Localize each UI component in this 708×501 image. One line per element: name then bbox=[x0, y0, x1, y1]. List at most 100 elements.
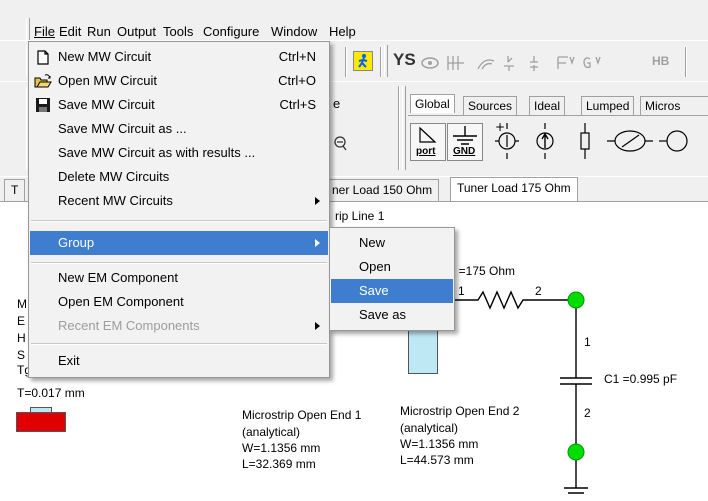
menu-item-label: Delete MW Circuits bbox=[58, 169, 170, 184]
menu-run[interactable]: Run bbox=[87, 24, 111, 39]
tab-microstrip[interactable]: Micros bbox=[640, 96, 708, 115]
doc-tab-partial[interactable]: T bbox=[4, 179, 26, 202]
menubar-grip[interactable] bbox=[26, 18, 30, 40]
menu-item-label: New MW Circuit bbox=[58, 49, 152, 64]
run-icon[interactable] bbox=[353, 51, 373, 71]
open-end-1-model: (analytical) bbox=[242, 425, 301, 439]
menu-edit[interactable]: Edit bbox=[59, 24, 81, 39]
menu-item-label: New EM Component bbox=[58, 270, 178, 285]
microstrip-line-label: rip Line 1 bbox=[335, 209, 385, 223]
svg-text:+: + bbox=[495, 121, 505, 134]
open-end-1-length: L=32.369 mm bbox=[242, 457, 316, 471]
open-end-2-width: W=1.1356 mm bbox=[400, 437, 479, 451]
submenu-arrow-icon bbox=[315, 239, 320, 247]
file-menu: New MW Circuit Ctrl+N Open MW Circuit Ct… bbox=[28, 41, 330, 378]
menu-item-open-mw-circuit[interactable]: Open MW Circuit Ctrl+O bbox=[30, 69, 328, 93]
substrate-thickness-label: T=0.017 mm bbox=[17, 386, 85, 400]
menu-item-new-em-component[interactable]: New EM Component bbox=[30, 266, 328, 290]
menu-item-exit[interactable]: Exit bbox=[30, 349, 328, 373]
menu-item-label: Save MW Circuit as ... bbox=[58, 121, 187, 136]
tab-ideal[interactable]: Ideal bbox=[529, 96, 566, 115]
menu-item-label: Group bbox=[58, 235, 95, 250]
menu-item-shortcut: Ctrl+S bbox=[279, 97, 316, 112]
open-end-1-width: W=1.1356 mm bbox=[242, 441, 321, 455]
c1-pin2-label: 2 bbox=[584, 406, 591, 420]
substrate-label-s: S bbox=[17, 348, 26, 362]
toolbar-grip[interactable] bbox=[384, 45, 388, 77]
menu-item-label: Exit bbox=[58, 353, 80, 368]
menu-bar: File Edit Run Output Tools Configure Win… bbox=[0, 0, 708, 40]
menu-item-label: Recent MW Circuits bbox=[58, 193, 173, 208]
c1-value-label: C1 =0.995 pF bbox=[604, 372, 678, 386]
menu-item-label: Save bbox=[359, 283, 389, 298]
group-submenu: New Open Save Save as bbox=[329, 227, 455, 331]
substrate-label-h: H bbox=[17, 331, 26, 345]
menu-item-label: Recent EM Components bbox=[58, 318, 200, 333]
menu-item-save-mw-circuit[interactable]: Save MW Circuit Ctrl+S bbox=[30, 93, 328, 117]
tab-baseline bbox=[408, 115, 708, 116]
toolbar-greyed-icons bbox=[421, 56, 601, 71]
substrate-strip bbox=[30, 407, 52, 413]
toolbar-separator bbox=[685, 47, 687, 77]
hb-icon[interactable]: HB bbox=[652, 54, 669, 68]
toolbar-grip[interactable] bbox=[402, 86, 406, 170]
menu-item-label: New bbox=[359, 235, 386, 250]
menu-item-label: Save MW Circuit bbox=[58, 97, 155, 112]
gnd-button[interactable]: GND bbox=[447, 123, 483, 161]
substrate-symbol[interactable] bbox=[16, 412, 66, 432]
open-folder-icon bbox=[34, 74, 52, 88]
substrate-label-e: E bbox=[17, 314, 26, 328]
menu-help[interactable]: Help bbox=[329, 24, 356, 39]
open-end-2-model: (analytical) bbox=[400, 421, 459, 435]
menu-item-new-mw-circuit[interactable]: New MW Circuit Ctrl+N bbox=[30, 45, 328, 69]
menu-item-label: Save MW Circuit as with results ... bbox=[58, 145, 256, 160]
toolbar-separator bbox=[345, 47, 347, 77]
open-end-1-title: Microstrip Open End 1 bbox=[242, 408, 362, 422]
open-end-2-length: L=44.573 mm bbox=[400, 453, 474, 467]
doc-tab-tuner-load-150[interactable]: ner Load 150 Ohm bbox=[325, 179, 440, 202]
menu-configure[interactable]: Configure bbox=[203, 24, 259, 39]
ys-parameter-icon[interactable]: YS bbox=[393, 50, 416, 70]
menu-output[interactable]: Output bbox=[117, 24, 156, 39]
r1-pin2-label: 2 bbox=[535, 284, 542, 298]
tab-sources[interactable]: Sources bbox=[463, 96, 518, 115]
port-button[interactable]: port bbox=[410, 123, 446, 161]
menu-item-save-with-results[interactable]: Save MW Circuit as with results ... bbox=[30, 141, 328, 165]
menu-separator bbox=[31, 343, 327, 345]
c1-pin1-label: 1 bbox=[584, 335, 591, 349]
menu-item-label: Open bbox=[359, 259, 391, 274]
submenu-item-open[interactable]: Open bbox=[331, 255, 453, 279]
substrate-label-m: M bbox=[17, 297, 27, 311]
menu-item-shortcut: Ctrl+O bbox=[278, 73, 316, 88]
submenu-arrow-icon bbox=[315, 322, 320, 330]
menu-item-label: Save as bbox=[359, 307, 406, 322]
toolbar-partial-label: e bbox=[333, 96, 341, 111]
submenu-item-new[interactable]: New bbox=[331, 231, 453, 255]
doc-tab-tuner-load-175[interactable]: Tuner Load 175 Ohm bbox=[450, 177, 578, 202]
menu-item-save-mw-circuit-as[interactable]: Save MW Circuit as ... bbox=[30, 117, 328, 141]
menu-item-label: Open EM Component bbox=[58, 294, 184, 309]
menu-separator bbox=[31, 220, 327, 222]
toolbar-separator bbox=[380, 47, 382, 77]
menu-item-recent-mw-circuits[interactable]: Recent MW Circuits bbox=[30, 189, 328, 213]
submenu-item-save[interactable]: Save bbox=[331, 279, 453, 303]
tab-lumped[interactable]: Lumped bbox=[581, 96, 635, 115]
menu-separator bbox=[31, 262, 327, 264]
toolbar-separator bbox=[398, 86, 400, 170]
component-source-icons[interactable]: + bbox=[487, 121, 708, 161]
menu-window[interactable]: Window bbox=[271, 24, 317, 39]
menu-item-open-em-component[interactable]: Open EM Component bbox=[30, 290, 328, 314]
menu-item-recent-em-components: Recent EM Components bbox=[30, 314, 328, 338]
r1-pin1-label: 1 bbox=[458, 284, 465, 298]
menu-item-delete-mw-circuits[interactable]: Delete MW Circuits bbox=[30, 165, 328, 189]
menu-item-group[interactable]: Group bbox=[30, 231, 328, 255]
menu-file[interactable]: File bbox=[34, 24, 55, 39]
tab-global[interactable]: Global bbox=[410, 94, 455, 113]
port-label: port bbox=[416, 146, 436, 157]
open-end-2-title: Microstrip Open End 2 bbox=[400, 404, 520, 418]
menu-tools[interactable]: Tools bbox=[163, 24, 193, 39]
menu-item-shortcut: Ctrl+N bbox=[278, 49, 316, 64]
submenu-item-save-as[interactable]: Save as bbox=[331, 303, 453, 327]
new-doc-icon bbox=[37, 50, 49, 65]
submenu-arrow-icon bbox=[315, 197, 320, 205]
